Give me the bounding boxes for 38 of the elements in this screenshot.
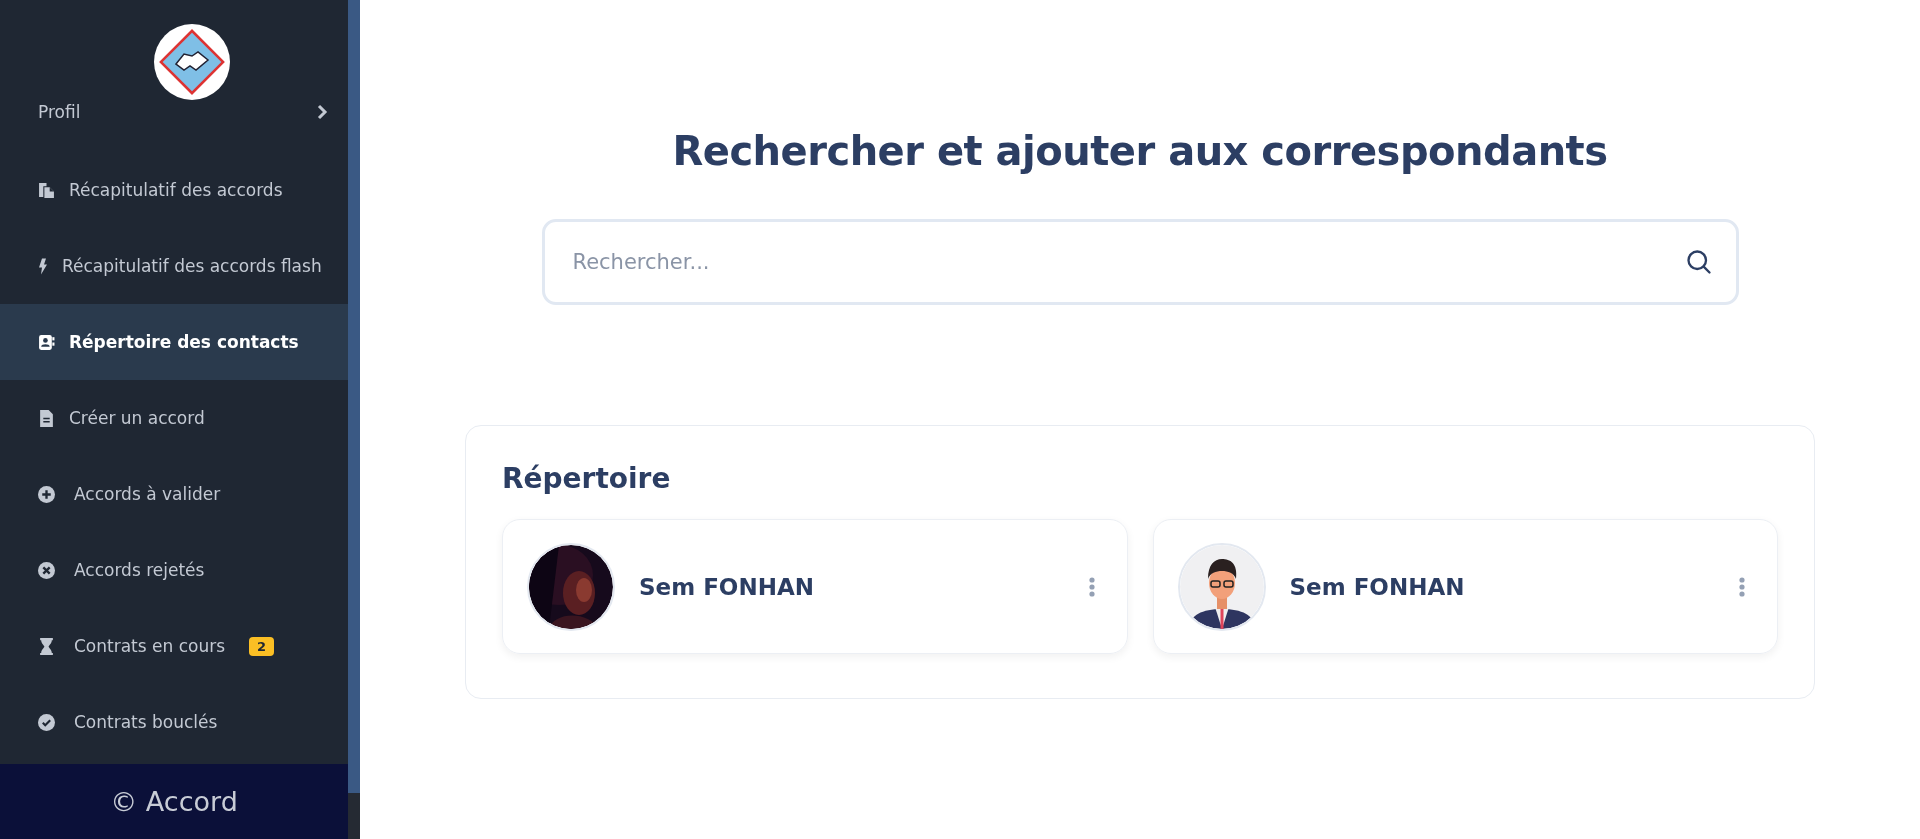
sidebar-item-label: Répertoire des contacts [69,332,299,352]
page-title: Rechercher et ajouter aux correspondants [672,128,1608,174]
sidebar-item[interactable]: Contrats en cours 2 [0,608,348,684]
search-field[interactable]: Rechercher... [541,219,1739,305]
plus-circle-icon [38,485,55,503]
contact-name: Sem FONHAN [639,573,815,600]
sidebar-item[interactable]: Accords rejetés [0,532,348,608]
contact-name: Sem FONHAN [1289,573,1466,600]
hourglass-icon [38,637,55,655]
copyright-text: © Accord [110,786,238,817]
documents-icon [38,181,55,199]
more-icon[interactable] [1086,575,1097,598]
sidebar-item-label: Récapitulatif des accords flash [62,256,322,276]
search-icon [1684,248,1713,276]
sidebar-item[interactable]: Répertoire des contacts [0,304,348,380]
sidebar-item-label: Accords à valider [74,484,221,504]
chevron-right-icon [316,104,328,120]
section-title: Répertoire [502,462,672,495]
sidebar-item-label: Récapitulatif des accords [69,180,283,200]
sidebar-item[interactable]: Récapitulatif des accords [0,152,348,228]
lightning-icon [38,257,48,275]
check-circle-icon [38,713,55,731]
document-icon [38,409,55,427]
count-badge: 2 [249,636,275,656]
sidebar-item-label: Contrats en cours [74,636,226,656]
sidebar-item[interactable]: Contrats bouclés [0,684,348,760]
sidebar-item[interactable]: Accords à valider [0,456,348,532]
sidebar-item[interactable]: Récapitulatif des accords flash [0,228,348,304]
contact-card[interactable]: Sem FONHAN [502,519,1128,654]
contact-card[interactable]: Sem FONHAN [1152,519,1778,654]
profile-menu-item[interactable]: Profil [0,92,348,132]
sidebar-item[interactable]: Créer un accord [0,380,348,456]
sidebar-item-label: Créer un accord [69,408,205,428]
sidebar-item-label: Accords rejetés [74,560,205,580]
more-icon[interactable] [1737,575,1747,598]
x-circle-icon [38,561,55,579]
sidebar-item-label: Contrats bouclés [74,712,218,732]
address-book-icon [38,333,55,351]
